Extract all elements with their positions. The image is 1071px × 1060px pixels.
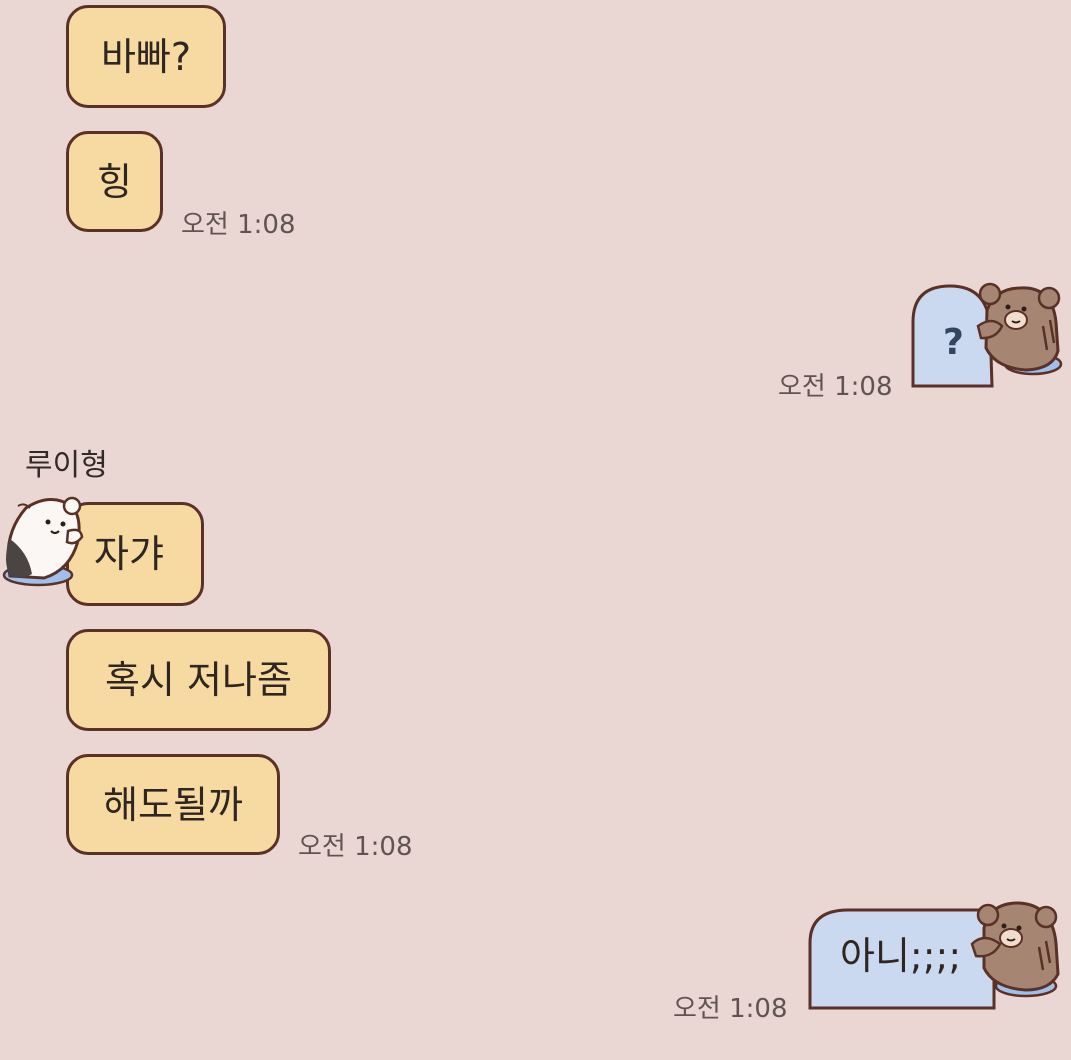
message-text: 바빠? <box>100 34 192 79</box>
sender-name: 루이형 <box>25 448 108 483</box>
message-text: 혹시 저나좀 <box>105 658 292 702</box>
message-text: 해도될까 <box>103 782 243 827</box>
message-bubble-hing[interactable]: 힝 <box>66 131 163 232</box>
cat-peek-icon <box>2 496 84 587</box>
message-bubble-call-request[interactable]: 혹시 저나좀 <box>66 629 331 731</box>
question-sticker-message[interactable]: ? <box>908 278 1068 403</box>
message-bubble-busy[interactable]: 바빠? <box>66 5 226 108</box>
chat-thread: 바빠? 힝 오전 1:08 오전 1:08 ? 루이형 자갸 혹시 저나좀 해도… <box>0 0 1071 1060</box>
message-time: 오전 1:08 <box>181 210 296 240</box>
question-mark-text: ? <box>943 322 964 363</box>
bear-peek-icon <box>911 282 1063 388</box>
message-text: 아니;;;; <box>840 934 962 978</box>
message-time: 오전 1:08 <box>778 372 893 402</box>
message-time: 오전 1:08 <box>298 832 413 862</box>
message-time: 오전 1:08 <box>673 994 788 1024</box>
no-sticker-message[interactable]: 아니;;;; <box>806 898 1068 1022</box>
message-bubble-may-i[interactable]: 해도될까 <box>66 754 280 855</box>
message-text: 힝 <box>97 159 132 204</box>
message-text: 자갸 <box>94 532 164 576</box>
